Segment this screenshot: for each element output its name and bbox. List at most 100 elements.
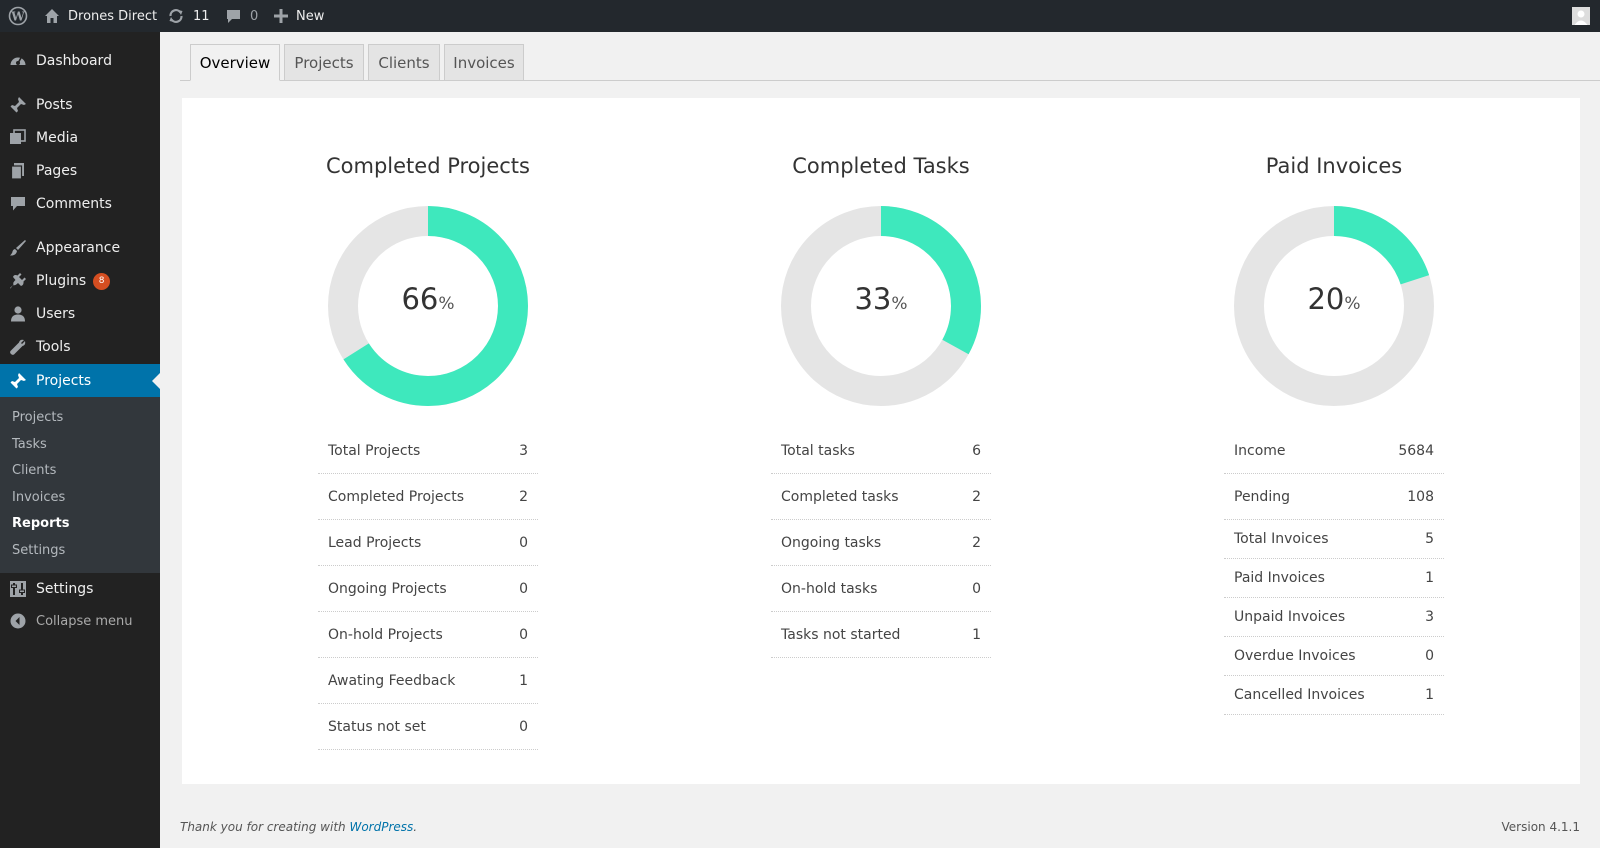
stat-value: 5 bbox=[1425, 531, 1434, 547]
pin-icon bbox=[0, 96, 36, 114]
site-name: Drones Direct bbox=[68, 8, 158, 24]
user-avatar[interactable] bbox=[1572, 0, 1590, 32]
stat-value: 6 bbox=[972, 442, 981, 459]
list-item: Total Projects 3 bbox=[318, 428, 538, 474]
comments-link[interactable]: 0 bbox=[225, 0, 258, 32]
stat-value: 1 bbox=[972, 626, 981, 643]
stat-label: Cancelled Invoices bbox=[1234, 687, 1365, 703]
stat-label: Unpaid Invoices bbox=[1234, 609, 1346, 625]
stat-value: 0 bbox=[519, 534, 528, 551]
reports-panel: Completed Projects 66% Total Projects 3 C… bbox=[182, 98, 1580, 784]
list-item: Total tasks 6 bbox=[771, 428, 991, 474]
stat-label: On-hold Projects bbox=[328, 626, 443, 643]
list-item: Completed Projects 2 bbox=[318, 474, 538, 520]
pin-icon bbox=[0, 372, 36, 390]
tab-invoices[interactable]: Invoices bbox=[444, 44, 524, 81]
stat-label: On-hold tasks bbox=[781, 580, 878, 597]
submenu-item-settings[interactable]: Settings bbox=[12, 543, 65, 558]
stat-label: Awating Feedback bbox=[328, 672, 456, 689]
report-title: Completed Tasks bbox=[792, 154, 970, 178]
new-label: New bbox=[296, 8, 325, 24]
refresh-icon bbox=[167, 7, 185, 25]
sidebar-item-label: Tools bbox=[36, 339, 71, 355]
new-content-link[interactable]: New bbox=[274, 0, 324, 32]
list-item: Unpaid Invoices 3 bbox=[1224, 598, 1444, 637]
tab-clients[interactable]: Clients bbox=[368, 44, 440, 81]
stat-label: Ongoing Projects bbox=[328, 580, 447, 597]
collapse-arrow-icon bbox=[0, 613, 36, 629]
list-item: Cancelled Invoices 1 bbox=[1224, 676, 1444, 715]
sidebar-item-label: Appearance bbox=[36, 240, 121, 256]
stat-label: Paid Invoices bbox=[1234, 570, 1325, 586]
list-item: Lead Projects 0 bbox=[318, 520, 538, 566]
submenu-item-tasks[interactable]: Tasks bbox=[12, 437, 47, 452]
wrench-icon bbox=[0, 338, 36, 356]
report-title: Paid Invoices bbox=[1265, 154, 1403, 178]
stat-value: 2 bbox=[972, 488, 981, 505]
tab-projects[interactable]: Projects bbox=[284, 44, 364, 81]
sidebar-item-users[interactable]: Users bbox=[0, 297, 160, 331]
list-item: Overdue Invoices 0 bbox=[1224, 637, 1444, 676]
footer-version: Version 4.1.1 bbox=[1501, 820, 1580, 834]
projects-submenu: Projects Tasks Clients Invoices Reports … bbox=[0, 397, 160, 573]
sidebar-item-label: Dashboard bbox=[36, 53, 112, 69]
submenu-item-projects[interactable]: Projects bbox=[12, 410, 63, 425]
donut-percent-label: 33% bbox=[781, 282, 981, 316]
collapse-menu-button[interactable]: Collapse menu bbox=[0, 609, 160, 633]
stat-label: Total Invoices bbox=[1234, 531, 1329, 547]
stat-label: Pending bbox=[1234, 488, 1290, 505]
sidebar-item-label: Comments bbox=[36, 196, 112, 212]
footer-thanks-suffix: . bbox=[413, 820, 418, 834]
submenu-item-reports[interactable]: Reports bbox=[12, 516, 69, 531]
sidebar-item-settings[interactable]: Settings bbox=[0, 572, 160, 606]
list-item: Total Invoices 5 bbox=[1224, 520, 1444, 559]
sidebar-item-pages[interactable]: Pages bbox=[0, 154, 160, 188]
percent-sign: % bbox=[438, 294, 455, 314]
plugins-update-badge: 8 bbox=[93, 272, 111, 290]
stat-label: Income bbox=[1234, 442, 1286, 459]
percent-value: 33 bbox=[854, 282, 892, 316]
dashboard-icon bbox=[0, 52, 36, 70]
sidebar-item-tools[interactable]: Tools bbox=[0, 330, 160, 364]
list-item: Completed tasks 2 bbox=[771, 474, 991, 520]
list-item: On-hold tasks 0 bbox=[771, 566, 991, 612]
sidebar-item-appearance[interactable]: Appearance bbox=[0, 231, 160, 265]
submenu-item-clients[interactable]: Clients bbox=[12, 463, 56, 478]
footer-thanks: Thank you for creating with WordPress. bbox=[180, 820, 417, 834]
brush-icon bbox=[0, 239, 36, 257]
avatar-icon bbox=[1572, 7, 1590, 25]
list-item: Ongoing tasks 2 bbox=[771, 520, 991, 566]
list-item: Pending 108 bbox=[1224, 474, 1444, 520]
settings-icon bbox=[0, 580, 36, 598]
list-item: Ongoing Projects 0 bbox=[318, 566, 538, 612]
submenu-item-invoices[interactable]: Invoices bbox=[12, 490, 65, 505]
sidebar-item-plugins[interactable]: Plugins 8 bbox=[0, 264, 160, 298]
sidebar-item-posts[interactable]: Posts bbox=[0, 88, 160, 122]
stat-value: 3 bbox=[1425, 609, 1434, 625]
sidebar-item-dashboard[interactable]: Dashboard bbox=[0, 44, 160, 78]
site-name-link[interactable]: Drones Direct bbox=[44, 0, 157, 32]
percent-sign: % bbox=[1344, 294, 1361, 314]
tab-overview[interactable]: Overview bbox=[190, 44, 280, 81]
stat-value: 0 bbox=[1425, 648, 1434, 664]
stat-value: 0 bbox=[972, 580, 981, 597]
updates-link[interactable]: 11 bbox=[167, 0, 210, 32]
stat-value: 5684 bbox=[1398, 442, 1434, 459]
footer-thanks-prefix: Thank you for creating with bbox=[180, 820, 350, 834]
wordpress-link[interactable]: WordPress bbox=[349, 820, 413, 834]
percent-value: 20 bbox=[1307, 282, 1345, 316]
stat-label: Overdue Invoices bbox=[1234, 648, 1356, 664]
sidebar-item-projects[interactable]: Projects bbox=[0, 364, 160, 398]
stats-list: Income 5684 Pending 108 Total Invoices 5 Pa… bbox=[1224, 428, 1444, 715]
sidebar-item-comments[interactable]: Comments bbox=[0, 187, 160, 221]
stat-value: 2 bbox=[972, 534, 981, 551]
svg-text:W: W bbox=[10, 10, 25, 24]
stat-label: Completed Projects bbox=[328, 488, 465, 505]
stat-label: Tasks not started bbox=[781, 626, 901, 643]
comment-icon bbox=[0, 195, 36, 213]
plugin-icon bbox=[0, 272, 36, 290]
updates-count: 11 bbox=[193, 8, 210, 24]
wordpress-logo-icon[interactable]: W bbox=[8, 0, 28, 32]
sidebar-item-media[interactable]: Media bbox=[0, 121, 160, 155]
stat-label: Ongoing tasks bbox=[781, 534, 882, 551]
